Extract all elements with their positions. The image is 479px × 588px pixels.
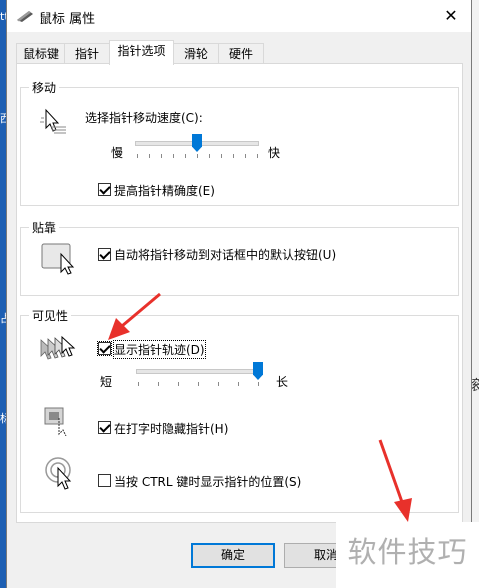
motion-group: 移动 选择指针移动速度(C): 慢 快 提高指针精确度(E) bbox=[20, 79, 459, 206]
pointer-trails-icon bbox=[40, 335, 76, 360]
pointer-location-icon bbox=[45, 457, 72, 490]
hide-typing-label[interactable]: 在打字时隐藏指针(H) bbox=[114, 420, 228, 437]
ok-button[interactable]: 确定 bbox=[191, 543, 275, 568]
snap-label[interactable]: 自动将指针移动到对话框中的默认按钮(U) bbox=[114, 246, 336, 263]
pointer-speed-icon bbox=[40, 108, 66, 134]
background-window-edge bbox=[472, 0, 479, 588]
ctrl-location-label[interactable]: 当按 CTRL 键时显示指针的位置(S) bbox=[114, 473, 301, 490]
tab-hardware[interactable]: 硬件 bbox=[218, 43, 264, 64]
window-title: 鼠标 属性 bbox=[39, 12, 96, 27]
ctrl-location-checkbox[interactable] bbox=[98, 474, 111, 487]
snap-group: 贴靠 自动将指针移动到对话框中的默认按钮(U) bbox=[20, 219, 459, 296]
watermark: 软件技巧 bbox=[336, 522, 479, 588]
speed-slider-thumb[interactable] bbox=[192, 134, 202, 152]
title-bar: 鼠标 属性 ✕ bbox=[7, 0, 471, 32]
close-icon[interactable]: ✕ bbox=[431, 0, 471, 32]
visibility-group-title: 可见性 bbox=[29, 307, 72, 324]
mouse-icon bbox=[17, 11, 33, 22]
trails-slider-track[interactable] bbox=[136, 369, 263, 374]
snap-to-icon bbox=[41, 243, 75, 275]
tab-wheel[interactable]: 滑轮 bbox=[173, 43, 219, 64]
annotation-arrow-icon bbox=[378, 439, 412, 522]
tab-pointers[interactable]: 指针 bbox=[64, 43, 110, 64]
hide-pointer-icon bbox=[44, 407, 67, 436]
snap-checkbox[interactable] bbox=[98, 248, 111, 261]
hide-typing-checkbox[interactable] bbox=[98, 421, 111, 434]
tab-buttons[interactable]: 鼠标键 bbox=[16, 43, 66, 64]
long-label: 长 bbox=[276, 375, 289, 389]
speed-label: 选择指针移动速度(C): bbox=[85, 111, 203, 125]
snap-group-title: 贴靠 bbox=[29, 219, 60, 236]
tab-pointer-options[interactable]: 指针选项 bbox=[109, 40, 174, 65]
fast-label: 快 bbox=[268, 146, 281, 160]
slow-label: 慢 bbox=[111, 146, 124, 160]
short-label: 短 bbox=[100, 375, 113, 389]
precision-label[interactable]: 提高指针精确度(E) bbox=[114, 182, 215, 199]
annotation-arrow-icon bbox=[108, 292, 161, 340]
motion-group-title: 移动 bbox=[29, 79, 60, 96]
trails-slider-ticks bbox=[138, 382, 259, 386]
trails-slider-thumb[interactable] bbox=[253, 362, 263, 380]
speed-slider-ticks bbox=[137, 154, 258, 158]
precision-checkbox[interactable] bbox=[98, 183, 111, 196]
